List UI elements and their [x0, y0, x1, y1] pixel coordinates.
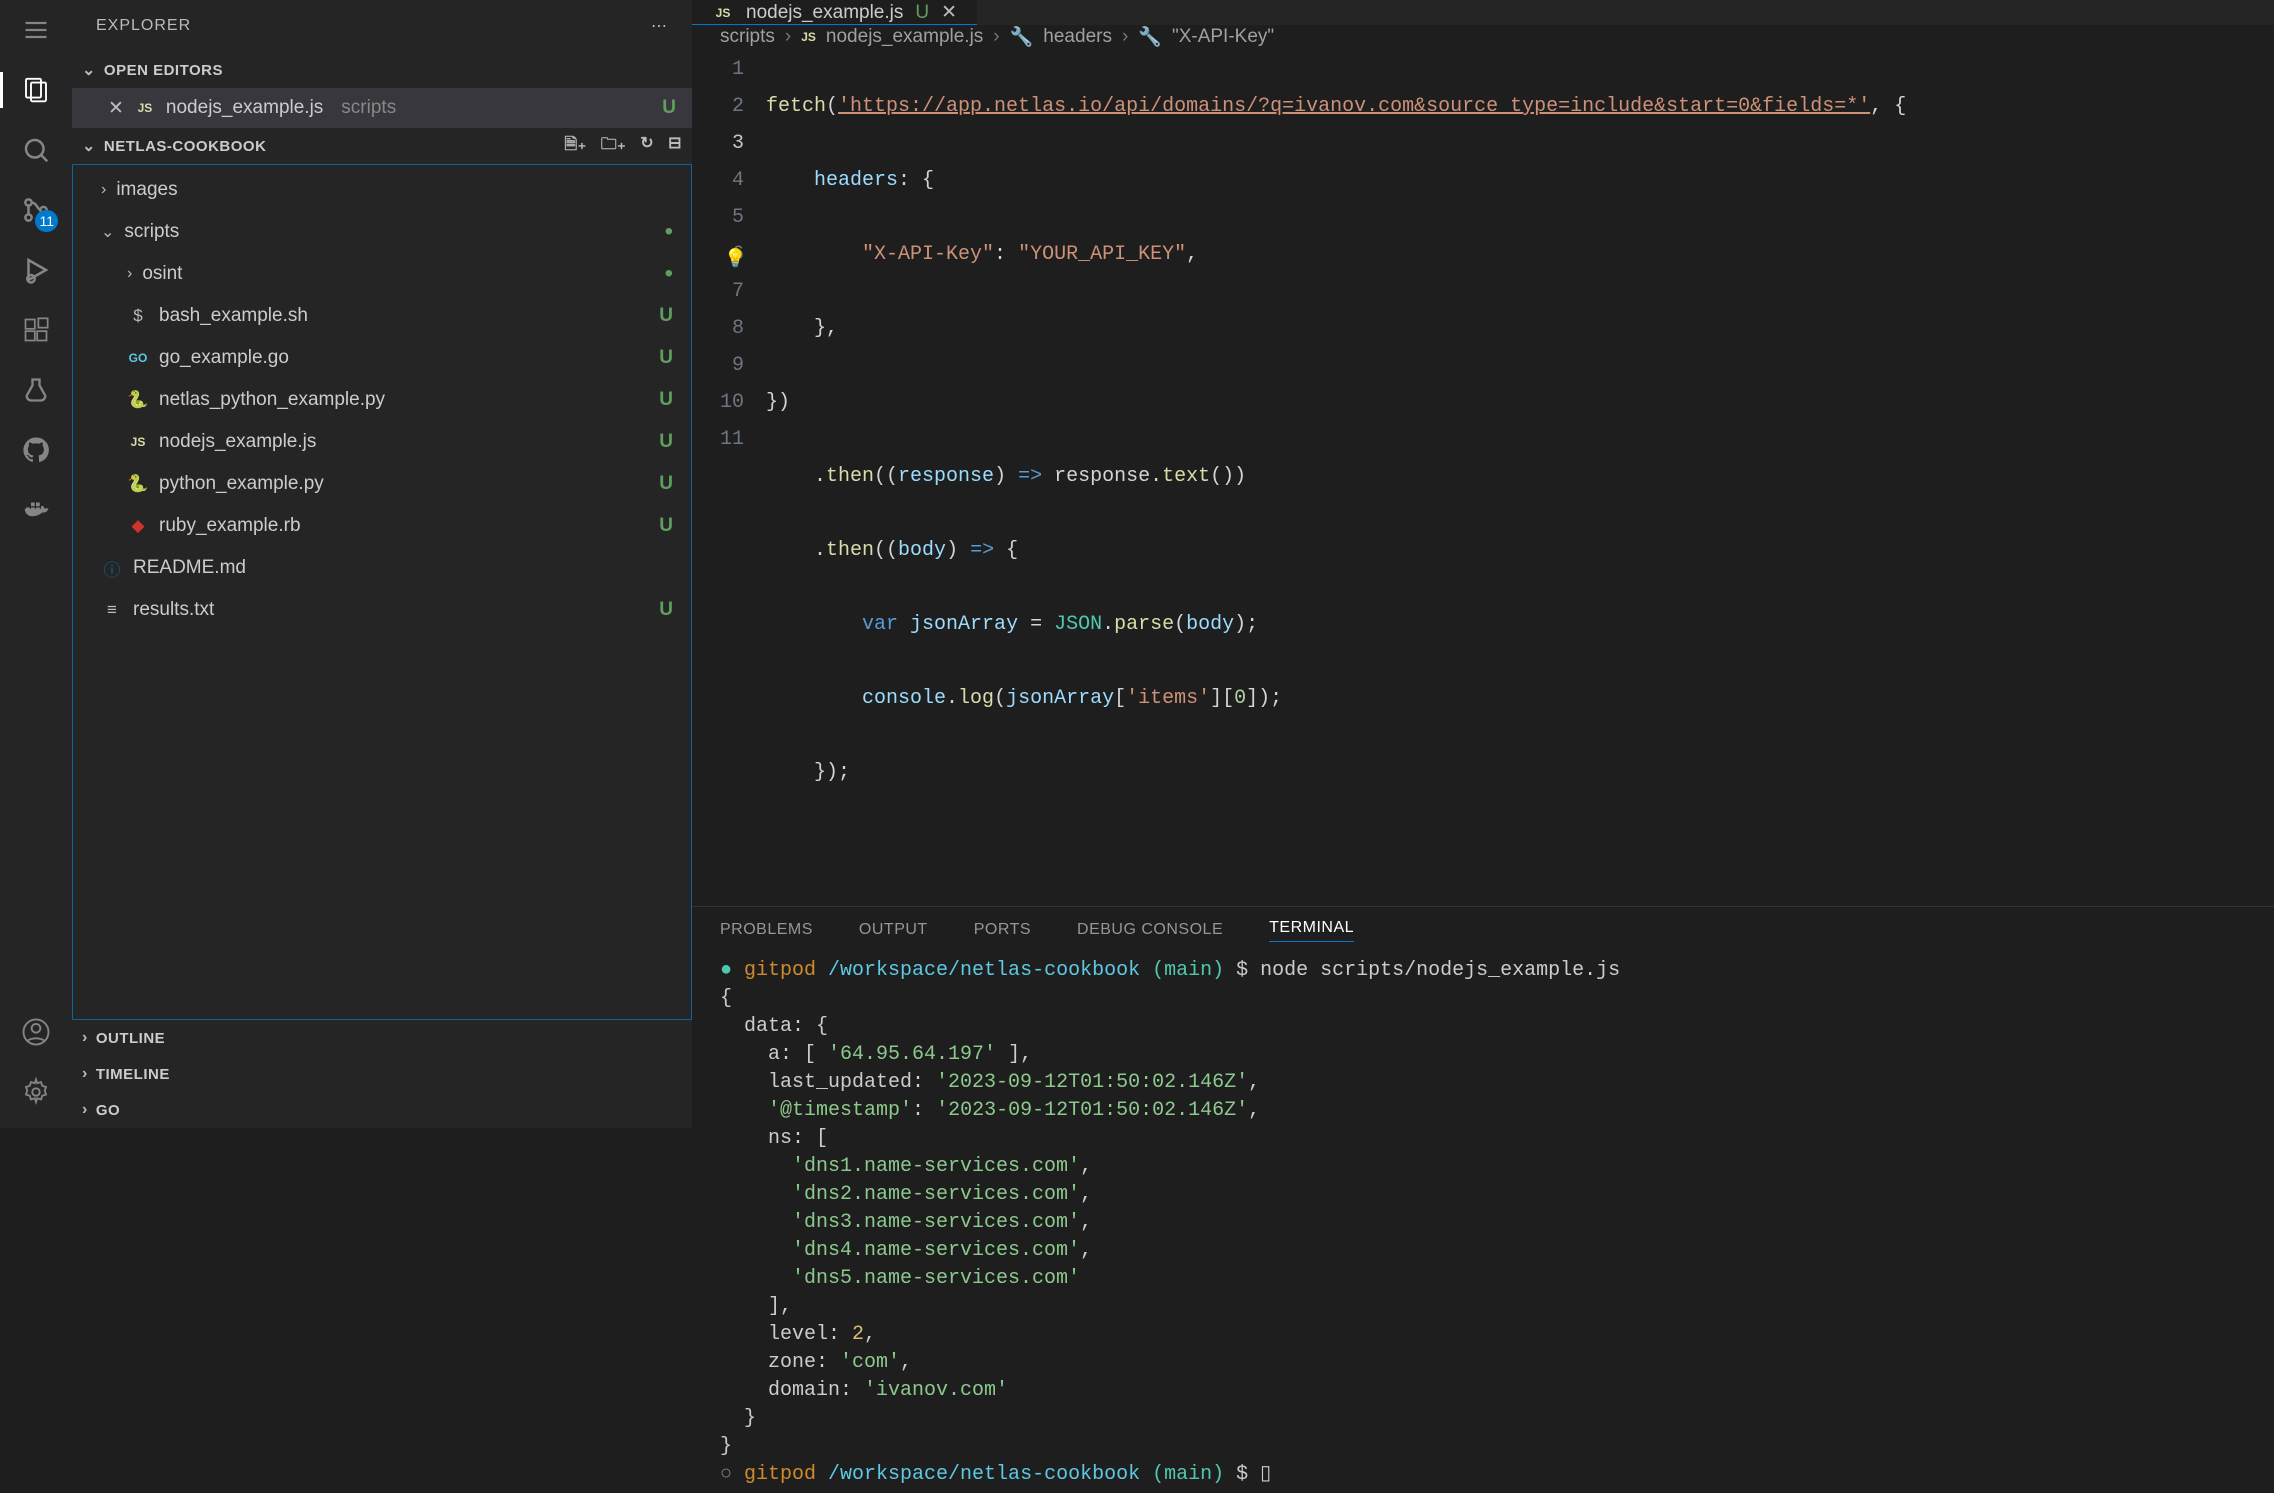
close-icon[interactable]: ✕: [941, 1, 957, 24]
workbench: 11 EXPLORER ⋯ ⌄OPEN EDITORS ✕ JS nodejs_…: [0, 0, 2274, 1128]
js-icon: JS: [127, 435, 149, 449]
python-icon: 🐍: [127, 390, 149, 410]
file-results[interactable]: ≡results.txtU: [73, 589, 691, 631]
docker-icon[interactable]: [18, 492, 54, 528]
git-dot: •: [665, 262, 673, 286]
editor-group: JS nodejs_example.js U ✕ scripts› JSnode…: [692, 0, 2274, 1128]
crumb[interactable]: nodejs_example.js: [826, 26, 983, 48]
file-bash[interactable]: $bash_example.shU: [73, 295, 691, 337]
activity-bar: 11: [0, 0, 72, 1128]
panel-tabs: PROBLEMS OUTPUT PORTS DEBUG CONSOLE TERM…: [692, 907, 2274, 953]
wrench-icon: 🔧: [1138, 25, 1162, 49]
project-section[interactable]: ⌄NETLAS-COOKBOOK 🗎₊ 🗀₊ ↻ ⊟: [72, 128, 692, 164]
collapse-icon[interactable]: ⊟: [668, 133, 682, 160]
more-icon[interactable]: ⋯: [651, 16, 668, 36]
sidebar: EXPLORER ⋯ ⌄OPEN EDITORS ✕ JS nodejs_exa…: [72, 0, 692, 1128]
folder-osint[interactable]: ›osint•: [73, 253, 691, 295]
tab-problems[interactable]: PROBLEMS: [720, 921, 813, 939]
gutter: 1234567891011: [692, 51, 766, 902]
github-icon[interactable]: [18, 432, 54, 468]
folder-scripts[interactable]: ⌄scripts•: [73, 211, 691, 253]
text-icon: ≡: [101, 600, 123, 620]
js-icon: JS: [801, 30, 816, 44]
file-readme[interactable]: ⓘREADME.md: [73, 547, 691, 589]
bottom-sections: ›OUTLINE ›TIMELINE ›GO: [72, 1020, 692, 1128]
breadcrumbs[interactable]: scripts› JSnodejs_example.js› 🔧headers› …: [692, 25, 2274, 49]
accounts-icon[interactable]: [18, 1014, 54, 1050]
file-dir: scripts: [341, 97, 396, 119]
tab-output[interactable]: OUTPUT: [859, 921, 928, 939]
go-icon: GO: [127, 351, 149, 365]
file-netlaspy[interactable]: 🐍netlas_python_example.pyU: [73, 379, 691, 421]
ruby-icon: ◆: [127, 516, 149, 536]
settings-icon[interactable]: [18, 1074, 54, 1110]
file-nodejs[interactable]: JSnodejs_example.jsU: [73, 421, 691, 463]
python-icon: 🐍: [127, 474, 149, 494]
file-python[interactable]: 🐍python_example.pyU: [73, 463, 691, 505]
info-icon: ⓘ: [101, 556, 123, 581]
code-content[interactable]: fetch('https://app.netlas.io/api/domains…: [766, 51, 2274, 902]
lightbulb-icon[interactable]: 💡: [724, 242, 746, 279]
close-icon[interactable]: ✕: [108, 97, 124, 120]
file-go[interactable]: GOgo_example.goU: [73, 337, 691, 379]
testing-icon[interactable]: [18, 372, 54, 408]
tabs-bar: JS nodejs_example.js U ✕: [692, 0, 2274, 25]
file-tree: ›images ⌄scripts• ›osint• $bash_example.…: [72, 164, 692, 1020]
js-icon: JS: [712, 6, 734, 20]
tab-terminal[interactable]: TERMINAL: [1269, 919, 1354, 942]
file-ruby[interactable]: ◆ruby_example.rbU: [73, 505, 691, 547]
open-editor-item[interactable]: ✕ JS nodejs_example.js scripts U: [72, 88, 692, 128]
tab-ports[interactable]: PORTS: [974, 921, 1031, 939]
run-debug-icon[interactable]: [18, 252, 54, 288]
explorer-icon[interactable]: [18, 72, 54, 108]
tab-debug-console[interactable]: DEBUG CONSOLE: [1077, 921, 1223, 939]
tab-nodejs-example[interactable]: JS nodejs_example.js U ✕: [692, 0, 977, 25]
code-editor[interactable]: 1234567891011 fetch('https://app.netlas.…: [692, 49, 2274, 906]
outline-section[interactable]: ›OUTLINE: [72, 1020, 692, 1056]
git-status: U: [662, 97, 676, 119]
timeline-section[interactable]: ›TIMELINE: [72, 1056, 692, 1092]
shell-icon: $: [127, 306, 149, 326]
crumb[interactable]: headers: [1043, 26, 1112, 48]
extensions-icon[interactable]: [18, 312, 54, 348]
source-control-icon[interactable]: 11: [18, 192, 54, 228]
menu-icon[interactable]: [18, 12, 54, 48]
git-status: U: [915, 2, 929, 24]
new-folder-icon[interactable]: 🗀₊: [601, 133, 626, 160]
go-section[interactable]: ›GO: [72, 1092, 692, 1128]
new-file-icon[interactable]: 🗎₊: [564, 133, 586, 160]
sidebar-header: EXPLORER ⋯: [72, 0, 692, 52]
scm-badge: 11: [35, 210, 58, 232]
crumb[interactable]: scripts: [720, 26, 775, 48]
search-icon[interactable]: [18, 132, 54, 168]
tab-label: nodejs_example.js: [746, 2, 903, 24]
refresh-icon[interactable]: ↻: [640, 133, 654, 160]
panel: PROBLEMS OUTPUT PORTS DEBUG CONSOLE TERM…: [692, 906, 2274, 1493]
folder-images[interactable]: ›images: [73, 169, 691, 211]
file-name: nodejs_example.js: [166, 97, 323, 119]
js-icon: JS: [134, 101, 156, 115]
terminal[interactable]: ● gitpod /workspace/netlas-cookbook (mai…: [692, 953, 2274, 1493]
crumb[interactable]: "X-API-Key": [1172, 26, 1274, 48]
wrench-icon: 🔧: [1010, 25, 1034, 49]
open-editors-section[interactable]: ⌄OPEN EDITORS: [72, 52, 692, 88]
git-dot: •: [665, 220, 673, 244]
sidebar-title: EXPLORER: [96, 17, 191, 35]
